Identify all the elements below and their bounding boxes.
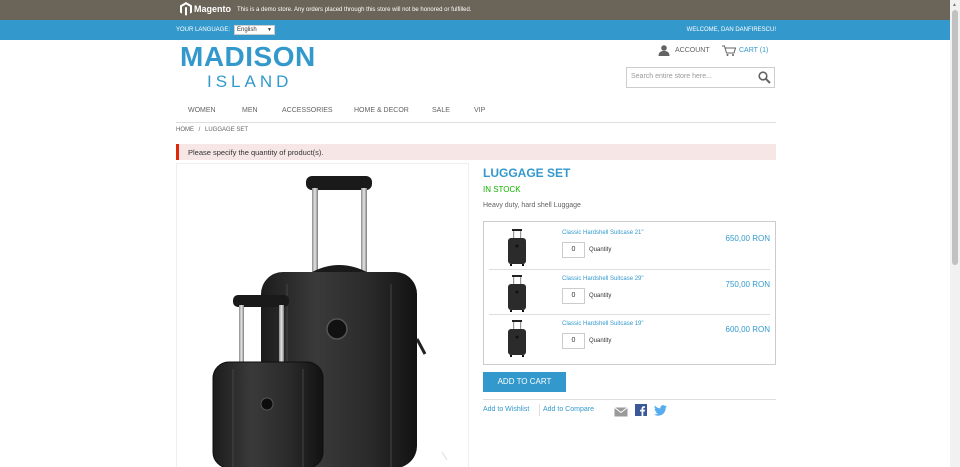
suitcase-thumbnail bbox=[508, 275, 526, 312]
nav-item-men[interactable]: MEN bbox=[242, 107, 258, 114]
add-to-compare-link[interactable]: Add to Compare bbox=[543, 406, 594, 413]
add-to-wishlist-link[interactable]: Add to Wishlist bbox=[483, 406, 529, 413]
nav-item-women[interactable]: WOMEN bbox=[188, 107, 216, 114]
share-email-button[interactable] bbox=[614, 404, 628, 422]
error-message: Please specify the quantity of product(s… bbox=[176, 144, 776, 160]
main-nav: WOMEN MEN ACCESSORIES HOME & DECOR SALE … bbox=[176, 105, 776, 123]
search-box: Search entire store here... bbox=[626, 67, 775, 88]
suitcase-thumbnail bbox=[508, 320, 526, 357]
demo-notice-bar: Magento This is a demo store. Any orders… bbox=[0, 0, 960, 20]
item-price: 650,00 RON bbox=[725, 234, 770, 243]
suitcase-thumbnail bbox=[508, 229, 526, 266]
breadcrumb-current: LUGGAGE SET bbox=[205, 127, 249, 133]
nav-item-sale[interactable]: SALE bbox=[432, 107, 450, 114]
search-icon bbox=[758, 71, 771, 84]
language-value: English bbox=[237, 27, 257, 33]
table-row: Classic Hardshell Suitcase 19" 0 Quantit… bbox=[489, 314, 770, 358]
magento-logo-text: Magento bbox=[194, 4, 231, 14]
nav-item-vip[interactable]: VIP bbox=[474, 107, 485, 114]
top-bar: YOUR LANGUAGE: English ▼ WELCOME, DAN DA… bbox=[0, 20, 960, 40]
cart-label: CART (1) bbox=[739, 47, 769, 54]
item-name[interactable]: Classic Hardshell Suitcase 29" bbox=[562, 276, 644, 282]
nav-item-home-decor[interactable]: HOME & DECOR bbox=[354, 107, 409, 114]
share-twitter-button[interactable] bbox=[654, 403, 667, 421]
table-row: Classic Hardshell Suitcase 21" 0 Quantit… bbox=[489, 224, 770, 268]
share-facebook-button[interactable] bbox=[635, 403, 647, 421]
account-icon bbox=[658, 45, 670, 56]
twitter-icon bbox=[654, 405, 667, 416]
demo-message: This is a demo store. Any orders placed … bbox=[237, 7, 472, 13]
search-input[interactable]: Search entire store here... bbox=[631, 73, 712, 80]
breadcrumb-home[interactable]: HOME bbox=[176, 127, 194, 133]
quantity-input[interactable]: 0 bbox=[562, 288, 585, 304]
product-name: LUGGAGE SET bbox=[483, 166, 571, 180]
logo-line1: MADISON bbox=[180, 41, 316, 72]
divider bbox=[539, 404, 540, 416]
search-button[interactable] bbox=[758, 71, 771, 89]
item-price: 600,00 RON bbox=[725, 325, 770, 334]
stock-status: IN STOCK bbox=[483, 185, 521, 194]
quantity-label: Quantity bbox=[589, 338, 612, 344]
cart-icon bbox=[722, 45, 736, 56]
item-name[interactable]: Classic Hardshell Suitcase 21" bbox=[562, 230, 644, 236]
product-short-description: Heavy duty, hard shell Luggage bbox=[483, 202, 581, 209]
language-select[interactable]: English ▼ bbox=[234, 25, 275, 35]
cart-link[interactable]: CART (1) bbox=[722, 45, 768, 56]
product-image[interactable] bbox=[176, 163, 469, 467]
quantity-label: Quantity bbox=[589, 247, 612, 253]
breadcrumb: HOME / LUGGAGE SET bbox=[176, 127, 248, 133]
luggage-set-image bbox=[212, 176, 448, 467]
language-label: YOUR LANGUAGE: bbox=[176, 27, 231, 33]
quantity-input[interactable]: 0 bbox=[562, 333, 585, 349]
facebook-icon bbox=[635, 404, 647, 416]
quantity-input[interactable]: 0 bbox=[562, 242, 585, 258]
magento-logo-icon bbox=[180, 2, 192, 16]
page-scrollbar[interactable]: ▲ bbox=[950, 0, 960, 467]
chevron-up-icon[interactable]: ▲ bbox=[952, 2, 957, 8]
logo-line2: ISLAND bbox=[207, 72, 293, 91]
item-name[interactable]: Classic Hardshell Suitcase 19" bbox=[562, 321, 644, 327]
magento-logo: Magento bbox=[180, 2, 231, 16]
account-link[interactable]: ACCOUNT bbox=[658, 45, 710, 56]
store-logo[interactable]: MADISON ISLAND bbox=[180, 43, 316, 92]
add-to-cart-button[interactable]: ADD TO CART bbox=[483, 372, 566, 392]
email-icon bbox=[614, 407, 628, 417]
nav-item-accessories[interactable]: ACCESSORIES bbox=[282, 107, 333, 114]
grouped-items-table: Classic Hardshell Suitcase 21" 0 Quantit… bbox=[483, 221, 776, 365]
account-label: ACCOUNT bbox=[675, 47, 710, 54]
chevron-down-icon: ▼ bbox=[267, 27, 272, 33]
quantity-label: Quantity bbox=[589, 293, 612, 299]
divider bbox=[483, 399, 776, 400]
welcome-message: WELCOME, DAN DANFIRESCU! bbox=[686, 27, 776, 33]
scrollbar-thumb[interactable] bbox=[952, 10, 958, 265]
breadcrumb-separator: / bbox=[198, 127, 201, 133]
item-price: 750,00 RON bbox=[725, 280, 770, 289]
table-row: Classic Hardshell Suitcase 29" 0 Quantit… bbox=[489, 269, 770, 313]
